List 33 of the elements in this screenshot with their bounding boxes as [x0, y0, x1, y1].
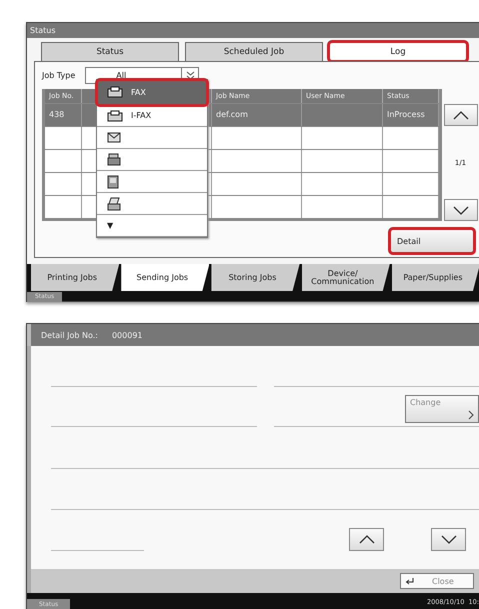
tab[interactable]: Status	[41, 42, 179, 61]
printer-icon	[107, 196, 121, 210]
tab[interactable]: Sending Jobs	[121, 264, 210, 291]
double-chevron-down-icon	[186, 70, 195, 80]
chevron-right-icon	[468, 410, 474, 420]
tab[interactable]: Paper/Supplies	[392, 264, 479, 291]
detail-button[interactable]: Detail	[390, 229, 474, 253]
scroll-up-button[interactable]	[444, 104, 478, 126]
down-chevron-icon	[440, 535, 456, 544]
scroll-up-button[interactable]	[349, 528, 384, 551]
menu-item[interactable]: FAX	[97, 80, 207, 105]
tab[interactable]: Device/ Communication	[302, 264, 390, 291]
return-arrow-icon	[405, 578, 414, 584]
window-title: Status	[27, 23, 479, 38]
up-chevron-icon	[452, 110, 468, 120]
more-item[interactable]: ▼	[97, 215, 207, 237]
job-number: 000091	[112, 330, 143, 340]
tab[interactable]: Printing Jobs	[31, 264, 120, 291]
down-chevron-icon	[452, 206, 468, 214]
field-label: Job Type	[42, 70, 76, 80]
menu-item[interactable]: I-FAX	[97, 105, 207, 127]
tab[interactable]: Log	[329, 42, 467, 61]
tab[interactable]: Storing Jobs	[211, 264, 300, 291]
copier-icon	[107, 153, 121, 166]
envelope-icon	[107, 132, 121, 143]
fax-machine-icon	[107, 110, 123, 122]
fax-machine-icon	[107, 86, 123, 98]
scroll-down-button[interactable]	[444, 199, 478, 221]
window-title: Detail Job No.:	[41, 330, 98, 340]
document-icon	[107, 174, 119, 188]
scroll-down-button[interactable]	[431, 528, 466, 551]
up-chevron-icon	[358, 535, 374, 544]
tab[interactable]: Scheduled Job	[185, 42, 323, 61]
